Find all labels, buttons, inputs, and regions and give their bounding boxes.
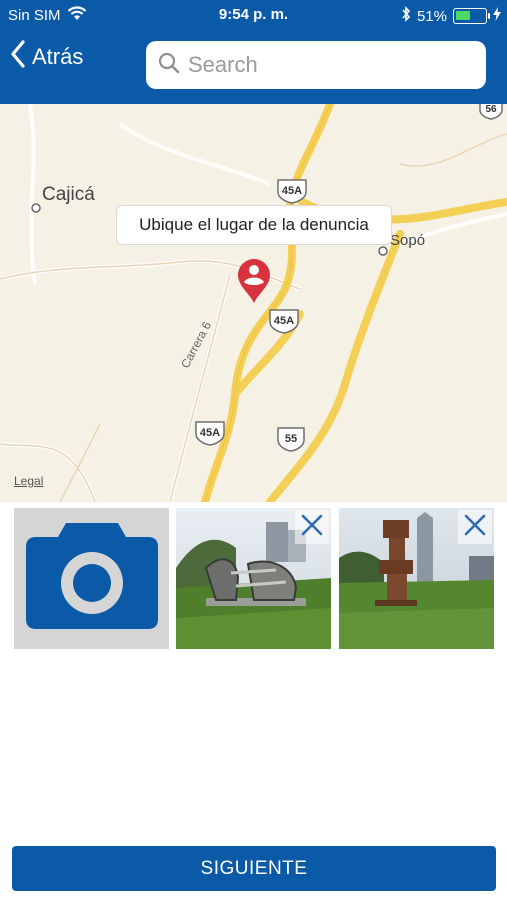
remove-photo-button[interactable]: [458, 510, 492, 544]
next-button[interactable]: SIGUIENTE: [12, 846, 496, 891]
photo-strip: [0, 508, 507, 650]
battery-icon: [453, 8, 490, 24]
search-bar[interactable]: [146, 41, 486, 89]
add-photo-button[interactable]: [14, 508, 169, 649]
photo-sculpture-2[interactable]: [339, 508, 494, 649]
close-icon: [464, 514, 486, 541]
battery-percent: 51%: [416, 7, 447, 25]
charging-icon: [493, 7, 501, 25]
remove-photo-button[interactable]: [295, 510, 329, 544]
battery-level: [456, 11, 470, 20]
legal-link[interactable]: Legal: [14, 474, 43, 488]
search-input[interactable]: [188, 52, 468, 78]
svg-text:45A: 45A: [282, 185, 302, 197]
svg-text:55: 55: [285, 433, 297, 445]
camera-icon: [25, 523, 158, 634]
svg-text:45A: 45A: [274, 315, 294, 327]
app-header: Sin SIM 9:54 p. m. 51% Atrás: [0, 0, 507, 104]
photo-sculpture-1[interactable]: [176, 508, 331, 649]
svg-text:45A: 45A: [200, 427, 220, 439]
back-button[interactable]: Atrás: [10, 40, 83, 74]
place-label-sopo: Sopó: [390, 232, 426, 249]
svg-text:56: 56: [485, 104, 497, 115]
location-callout: Ubique el lugar de la denuncia: [116, 205, 392, 245]
bluetooth-icon: [401, 6, 411, 26]
chevron-left-icon: [10, 40, 26, 74]
map-view[interactable]: 56 45A 45A 45A 55 Cajicá Sopó Carrera 6 …: [0, 104, 507, 502]
status-bar: Sin SIM 9:54 p. m. 51%: [0, 0, 507, 30]
place-label-cajica: Cajicá: [42, 184, 95, 205]
search-icon: [158, 52, 180, 79]
back-label: Atrás: [32, 44, 84, 69]
status-right: 51%: [401, 6, 501, 26]
close-icon: [301, 514, 323, 541]
